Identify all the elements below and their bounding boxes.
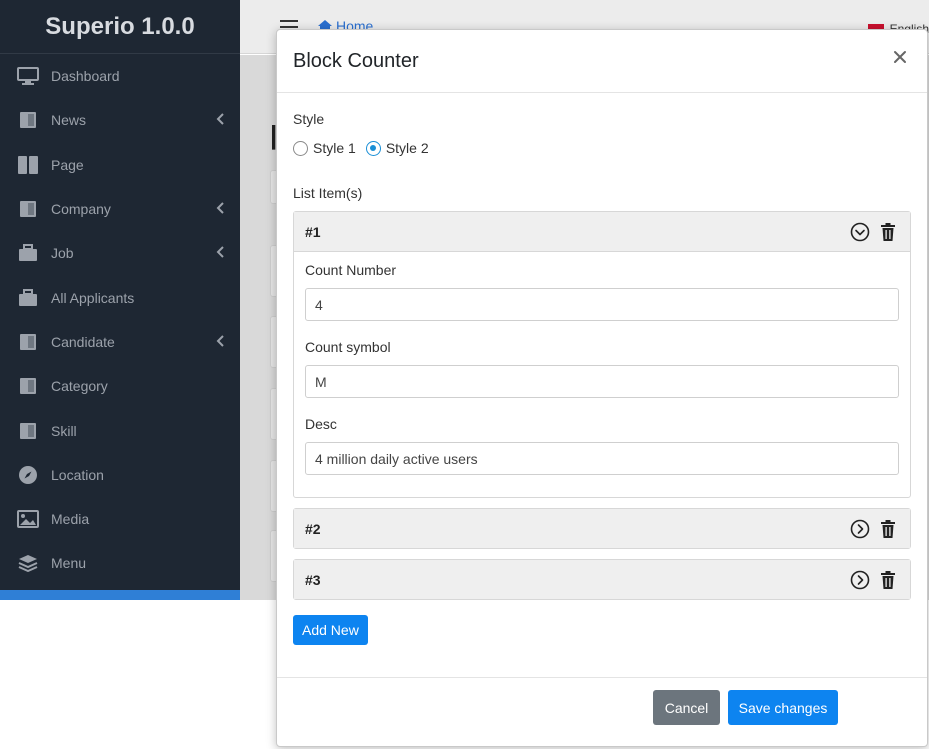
style-2-label[interactable]: Style 2 [386, 140, 429, 156]
list-item-1: #1 Count Number 4 Count symbol M Desc 4 … [293, 211, 911, 498]
sidebar-item-label: Skill [51, 422, 77, 439]
modal-footer: Cancel Save changes [277, 677, 927, 746]
trash-icon[interactable] [880, 520, 896, 541]
collapse-icon[interactable] [850, 222, 870, 245]
book-icon [16, 333, 40, 351]
save-changes-button[interactable]: Save changes [728, 690, 838, 725]
sidebar-item-label: Job [51, 245, 74, 262]
close-icon[interactable] [893, 50, 909, 66]
sidebar-item-label: Location [51, 466, 104, 483]
style-label: Style [293, 111, 325, 127]
sidebar-item-label: Menu [51, 555, 87, 572]
sidebar: Superio 1.0.0 Dashboard News Page Company Jo… [0, 0, 240, 600]
count-number-label: Count Number [305, 262, 397, 278]
radio-unchecked-icon[interactable] [293, 140, 308, 156]
list-item-3-title: #3 [305, 571, 321, 588]
chevron-left-icon [216, 112, 224, 128]
modal-header: Block Counter [277, 30, 927, 93]
book-icon [16, 111, 40, 129]
radio-checked-icon[interactable] [365, 140, 381, 156]
sidebar-active-item[interactable] [0, 590, 240, 600]
sidebar-item-label: Media [51, 511, 90, 528]
sidebar-item-label: All Applicants [51, 289, 135, 306]
sidebar-item-job[interactable]: Job [0, 231, 240, 275]
sidebar-item-label: Page [51, 156, 84, 173]
style-1-label[interactable]: Style 1 [313, 140, 356, 156]
compass-icon [16, 465, 40, 484]
sidebar-item-all-applicants[interactable]: All Applicants [0, 275, 240, 319]
chevron-left-icon [216, 245, 224, 261]
book-icon [16, 422, 40, 440]
sidebar-item-dashboard[interactable]: Dashboard [0, 54, 240, 98]
modal-title: Block Counter [293, 49, 419, 72]
list-item-1-title: #1 [305, 223, 321, 240]
expand-icon[interactable] [850, 519, 870, 542]
list-item-3: #3 [293, 559, 911, 600]
list-item-2-title: #2 [305, 520, 321, 537]
chevron-left-icon [216, 201, 224, 217]
chevron-left-icon [216, 334, 224, 350]
modal-body: Style Style 1 Style 2 List Item(s) #1 Co… [277, 93, 927, 645]
trash-icon[interactable] [880, 571, 896, 592]
sidebar-item-candidate[interactable]: Candidate [0, 320, 240, 364]
expand-icon[interactable] [850, 570, 870, 593]
style-2-radio[interactable]: Style 2 [365, 140, 429, 156]
sidebar-item-menu[interactable]: Menu [0, 541, 240, 585]
add-new-button[interactable]: Add New [293, 615, 368, 645]
book-icon [16, 200, 40, 218]
sidebar-item-company[interactable]: Company [0, 187, 240, 231]
sidebar-item-media[interactable]: Media [0, 497, 240, 541]
count-symbol-input[interactable]: M [305, 365, 899, 398]
style-1-radio[interactable]: Style 1 [293, 140, 356, 156]
count-number-input[interactable]: 4 [305, 288, 899, 321]
app-brand[interactable]: Superio 1.0.0 [0, 0, 240, 54]
list-item-2-header[interactable]: #2 [294, 509, 910, 548]
sidebar-item-location[interactable]: Location [0, 453, 240, 497]
list-items-label: List Item(s) [293, 185, 363, 201]
count-symbol-label: Count symbol [305, 339, 391, 355]
style-radio-group: Style 1 Style 2 [293, 140, 911, 156]
list-item-3-header[interactable]: #3 [294, 560, 910, 599]
layers-icon [16, 554, 40, 573]
trash-icon[interactable] [880, 223, 896, 244]
sidebar-item-label: Dashboard [51, 68, 120, 85]
desc-label: Desc [305, 416, 337, 432]
block-counter-modal: Block Counter Style Style 1 Style 2 List… [276, 29, 928, 747]
list-item-1-header[interactable]: #1 [294, 212, 910, 251]
sidebar-item-page[interactable]: Page [0, 143, 240, 187]
list-item-1-body: Count Number 4 Count symbol M Desc 4 mil… [294, 251, 910, 497]
briefcase-icon [16, 288, 40, 307]
sidebar-item-label: Category [51, 378, 108, 395]
briefcase-icon [16, 244, 40, 262]
sidebar-item-label: News [51, 112, 87, 129]
pages-icon [16, 155, 40, 174]
cancel-button[interactable]: Cancel [653, 690, 720, 725]
list-item-2: #2 [293, 508, 911, 549]
sidebar-item-news[interactable]: News [0, 98, 240, 142]
sidebar-item-label: Company [51, 201, 111, 218]
monitor-icon [16, 67, 40, 86]
sidebar-item-skill[interactable]: Skill [0, 408, 240, 452]
sidebar-item-category[interactable]: Category [0, 364, 240, 408]
sidebar-menu: Dashboard News Page Company Job All Applicant… [0, 54, 240, 586]
desc-input[interactable]: 4 million daily active users [305, 442, 899, 475]
image-icon [16, 510, 40, 529]
sidebar-item-label: Candidate [51, 333, 115, 350]
book-icon [16, 377, 40, 395]
